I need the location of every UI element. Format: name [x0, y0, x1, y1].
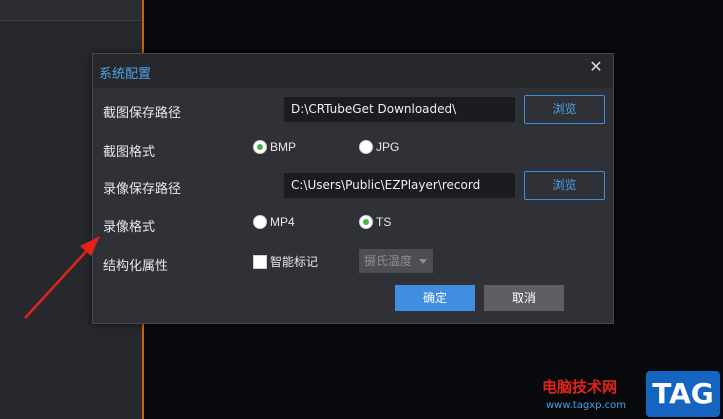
radio-label: JPG — [376, 140, 400, 154]
watermark-text: 电脑技术网 — [542, 378, 618, 396]
select-value: 摄氏温度 — [364, 254, 413, 268]
radio-label: TS — [376, 215, 392, 229]
checkbox-icon — [253, 254, 267, 269]
dialog-header: 系统配置 ✕ — [93, 54, 613, 88]
snapshot-path-input[interactable]: D:\CRTubeGet Downloaded\ — [284, 97, 515, 122]
cancel-button[interactable]: 取消 — [484, 285, 564, 311]
record-format-mp4-radio[interactable]: MP4 — [253, 215, 295, 229]
snapshot-format-label: 截图格式 — [103, 144, 156, 159]
structured-attr-label: 结构化属性 — [103, 258, 169, 273]
left-panel-divider — [0, 20, 142, 21]
checkbox-label: 智能标记 — [270, 255, 319, 269]
snapshot-path-label: 截图保存路径 — [103, 105, 182, 120]
tag-logo: TAG — [646, 371, 720, 417]
close-icon[interactable]: ✕ — [587, 59, 605, 77]
snapshot-browse-button[interactable]: 浏览 — [524, 95, 605, 124]
record-browse-button[interactable]: 浏览 — [524, 171, 605, 200]
smart-mark-checkbox[interactable]: 智能标记 — [253, 253, 318, 270]
watermark-url: www.tagxp.com — [546, 400, 626, 411]
ok-button[interactable]: 确定 — [395, 285, 475, 311]
watermark-logo: 电脑技术网 www.tagxp.com TAG — [540, 370, 723, 419]
radio-label: MP4 — [270, 215, 295, 229]
left-panel-header — [0, 0, 142, 20]
radio-unchecked-icon — [253, 215, 267, 229]
record-format-ts-radio[interactable]: TS — [359, 215, 391, 229]
record-path-input[interactable]: C:\Users\Public\EZPlayer\record — [284, 173, 515, 198]
snapshot-format-jpg-radio[interactable]: JPG — [359, 140, 399, 154]
radio-checked-icon — [253, 140, 267, 154]
record-format-label: 录像格式 — [103, 219, 156, 234]
record-path-label: 录像保存路径 — [103, 181, 182, 196]
radio-label: BMP — [270, 140, 297, 154]
dialog-title: 系统配置 — [99, 66, 152, 81]
system-config-dialog: 系统配置 ✕ 截图保存路径 D:\CRTubeGet Downloaded\ 浏… — [92, 53, 614, 324]
temperature-unit-select[interactable]: 摄氏温度 — [359, 249, 433, 273]
snapshot-format-bmp-radio[interactable]: BMP — [253, 140, 296, 154]
radio-unchecked-icon — [359, 140, 373, 154]
radio-checked-icon — [359, 215, 373, 229]
chevron-down-icon — [419, 259, 427, 264]
